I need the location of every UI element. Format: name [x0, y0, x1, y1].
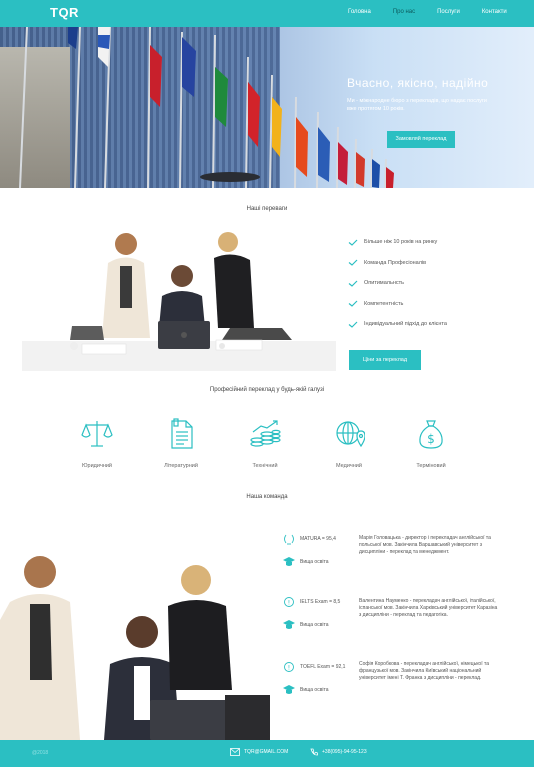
team-member-1: MATURA = 95,4 Вища освіта — [283, 532, 336, 569]
cert-label: MATURA = 95,4 — [300, 536, 336, 542]
team-meeting-photo — [22, 232, 336, 371]
email-text: TQR@GMAIL.COM — [244, 749, 289, 755]
member-description: Марія Головацька - директор і перекладач… — [359, 535, 491, 555]
edu-label: Вища освіта — [300, 622, 329, 628]
team-member-3: ! TOEFL Exam = 92,1 Вища освіта — [283, 660, 345, 697]
industry-legal[interactable]: Юридичний — [57, 418, 137, 469]
nav-services[interactable]: Послуги — [437, 9, 460, 15]
list-item: Компетентність — [348, 294, 447, 315]
nav-about[interactable]: Про нас — [393, 9, 415, 15]
cert-label: IELTS Exam = 8,5 — [300, 599, 341, 605]
medal-icon: ! — [284, 662, 294, 672]
cert-line: ! IELTS Exam = 8,5 — [283, 595, 340, 609]
check-icon — [348, 300, 358, 308]
check-icon — [348, 321, 358, 328]
list-item: Індивідуальний підхід до клієнта — [348, 314, 447, 335]
nav-contacts[interactable]: Контакти — [482, 9, 507, 15]
check-icon — [348, 259, 358, 267]
mail-icon — [230, 748, 240, 756]
check-icon — [348, 239, 358, 246]
svg-text:$: $ — [427, 432, 435, 446]
prices-button[interactable]: Ціни за переклад — [349, 350, 421, 370]
medal-icon: ! — [284, 597, 294, 607]
hero-title: Вчасно, якісно, надійно — [347, 76, 489, 90]
member-description: Софія Коробкова - перекладач англійської… — [359, 661, 490, 681]
footer: @2018 TQR@GMAIL.COM +38(095)-94-95-123 — [0, 740, 534, 767]
footer-phone[interactable]: +38(095)-94-95-123 — [310, 748, 367, 756]
industry-urgent[interactable]: $ Терміновий — [391, 418, 471, 469]
industry-label: Медичний — [336, 463, 362, 469]
nav-home[interactable]: Головна — [348, 9, 371, 15]
cert-label: TOEFL Exam = 92,1 — [300, 664, 346, 670]
industry-label: Технічний — [252, 463, 278, 469]
cert-line: MATURA = 95,4 — [283, 532, 336, 546]
cert-line: ! TOEFL Exam = 92,1 — [283, 660, 345, 674]
phone-icon — [310, 748, 318, 756]
list-item: Команда Професіоналів — [348, 253, 447, 274]
main-nav: Головна Про нас Послуги Контакти — [348, 9, 529, 15]
advantage-label: Більше ніж 10 років на ринку — [364, 239, 438, 246]
team-member-2: ! IELTS Exam = 8,5 Вища освіта — [283, 595, 340, 632]
advantages-title: Наші переваги — [246, 206, 288, 212]
industry-literary[interactable]: Літературний — [141, 418, 221, 469]
edu-line: Вища освіта — [283, 555, 336, 569]
advantages-list: Більше ніж 10 років на ринку Команда Про… — [348, 232, 447, 335]
industry-technical[interactable]: Технічний — [225, 418, 305, 469]
edu-line: Вища освіта — [283, 618, 340, 632]
industries-title: Професійний переклад у будь-якій галузі — [209, 387, 325, 393]
footer-email[interactable]: TQR@GMAIL.COM — [230, 748, 288, 756]
hero-subtitle: Ми - міжнародне бюро з перекладів, що на… — [347, 98, 487, 112]
scales-icon — [81, 421, 113, 447]
document-icon — [171, 418, 193, 449]
advantage-label: Компетентність — [364, 300, 404, 307]
money-bag-icon: $ — [419, 420, 443, 449]
list-item: Опитимальнсть — [348, 273, 447, 294]
globe-icon — [336, 421, 365, 448]
member-description: Валентина Науменко - перекладач англійсь… — [359, 598, 498, 618]
laurel-icon — [284, 534, 294, 545]
industry-label: Літературний — [164, 463, 198, 469]
graduation-cap-icon — [283, 620, 295, 629]
advantage-label: Опитимальнсть — [364, 280, 405, 287]
edu-label: Вища освіта — [300, 559, 329, 565]
check-icon — [348, 280, 358, 287]
logo[interactable]: TQR — [50, 5, 79, 20]
graduation-cap-icon — [283, 685, 295, 694]
hero-banner: Вчасно, якісно, надійно Ми - міжнародне … — [0, 27, 534, 188]
order-translation-button[interactable]: Замовляй переклад — [387, 131, 455, 148]
coins-icon — [250, 420, 281, 447]
team-title: Наша команда — [246, 494, 288, 500]
industry-label: Терміновий — [416, 463, 446, 469]
edu-label: Вища освіта — [300, 687, 329, 693]
team-photo — [0, 556, 270, 740]
advantage-label: Індивідуальний підхід до клієнта — [364, 321, 447, 328]
svg-text:!: ! — [288, 664, 290, 671]
industry-label: Юридичний — [81, 463, 113, 469]
header: TQR Головна Про нас Послуги Контакти — [0, 0, 534, 27]
edu-line: Вища освіта — [283, 683, 345, 697]
list-item: Більше ніж 10 років на ринку — [348, 232, 447, 253]
graduation-cap-icon — [283, 557, 295, 566]
phone-text: +38(095)-94-95-123 — [322, 749, 367, 755]
industry-medical[interactable]: Медичний — [309, 418, 389, 469]
advantage-label: Команда Професіоналів — [364, 259, 427, 266]
svg-text:!: ! — [288, 599, 290, 606]
copyright: @2018 — [32, 750, 49, 756]
